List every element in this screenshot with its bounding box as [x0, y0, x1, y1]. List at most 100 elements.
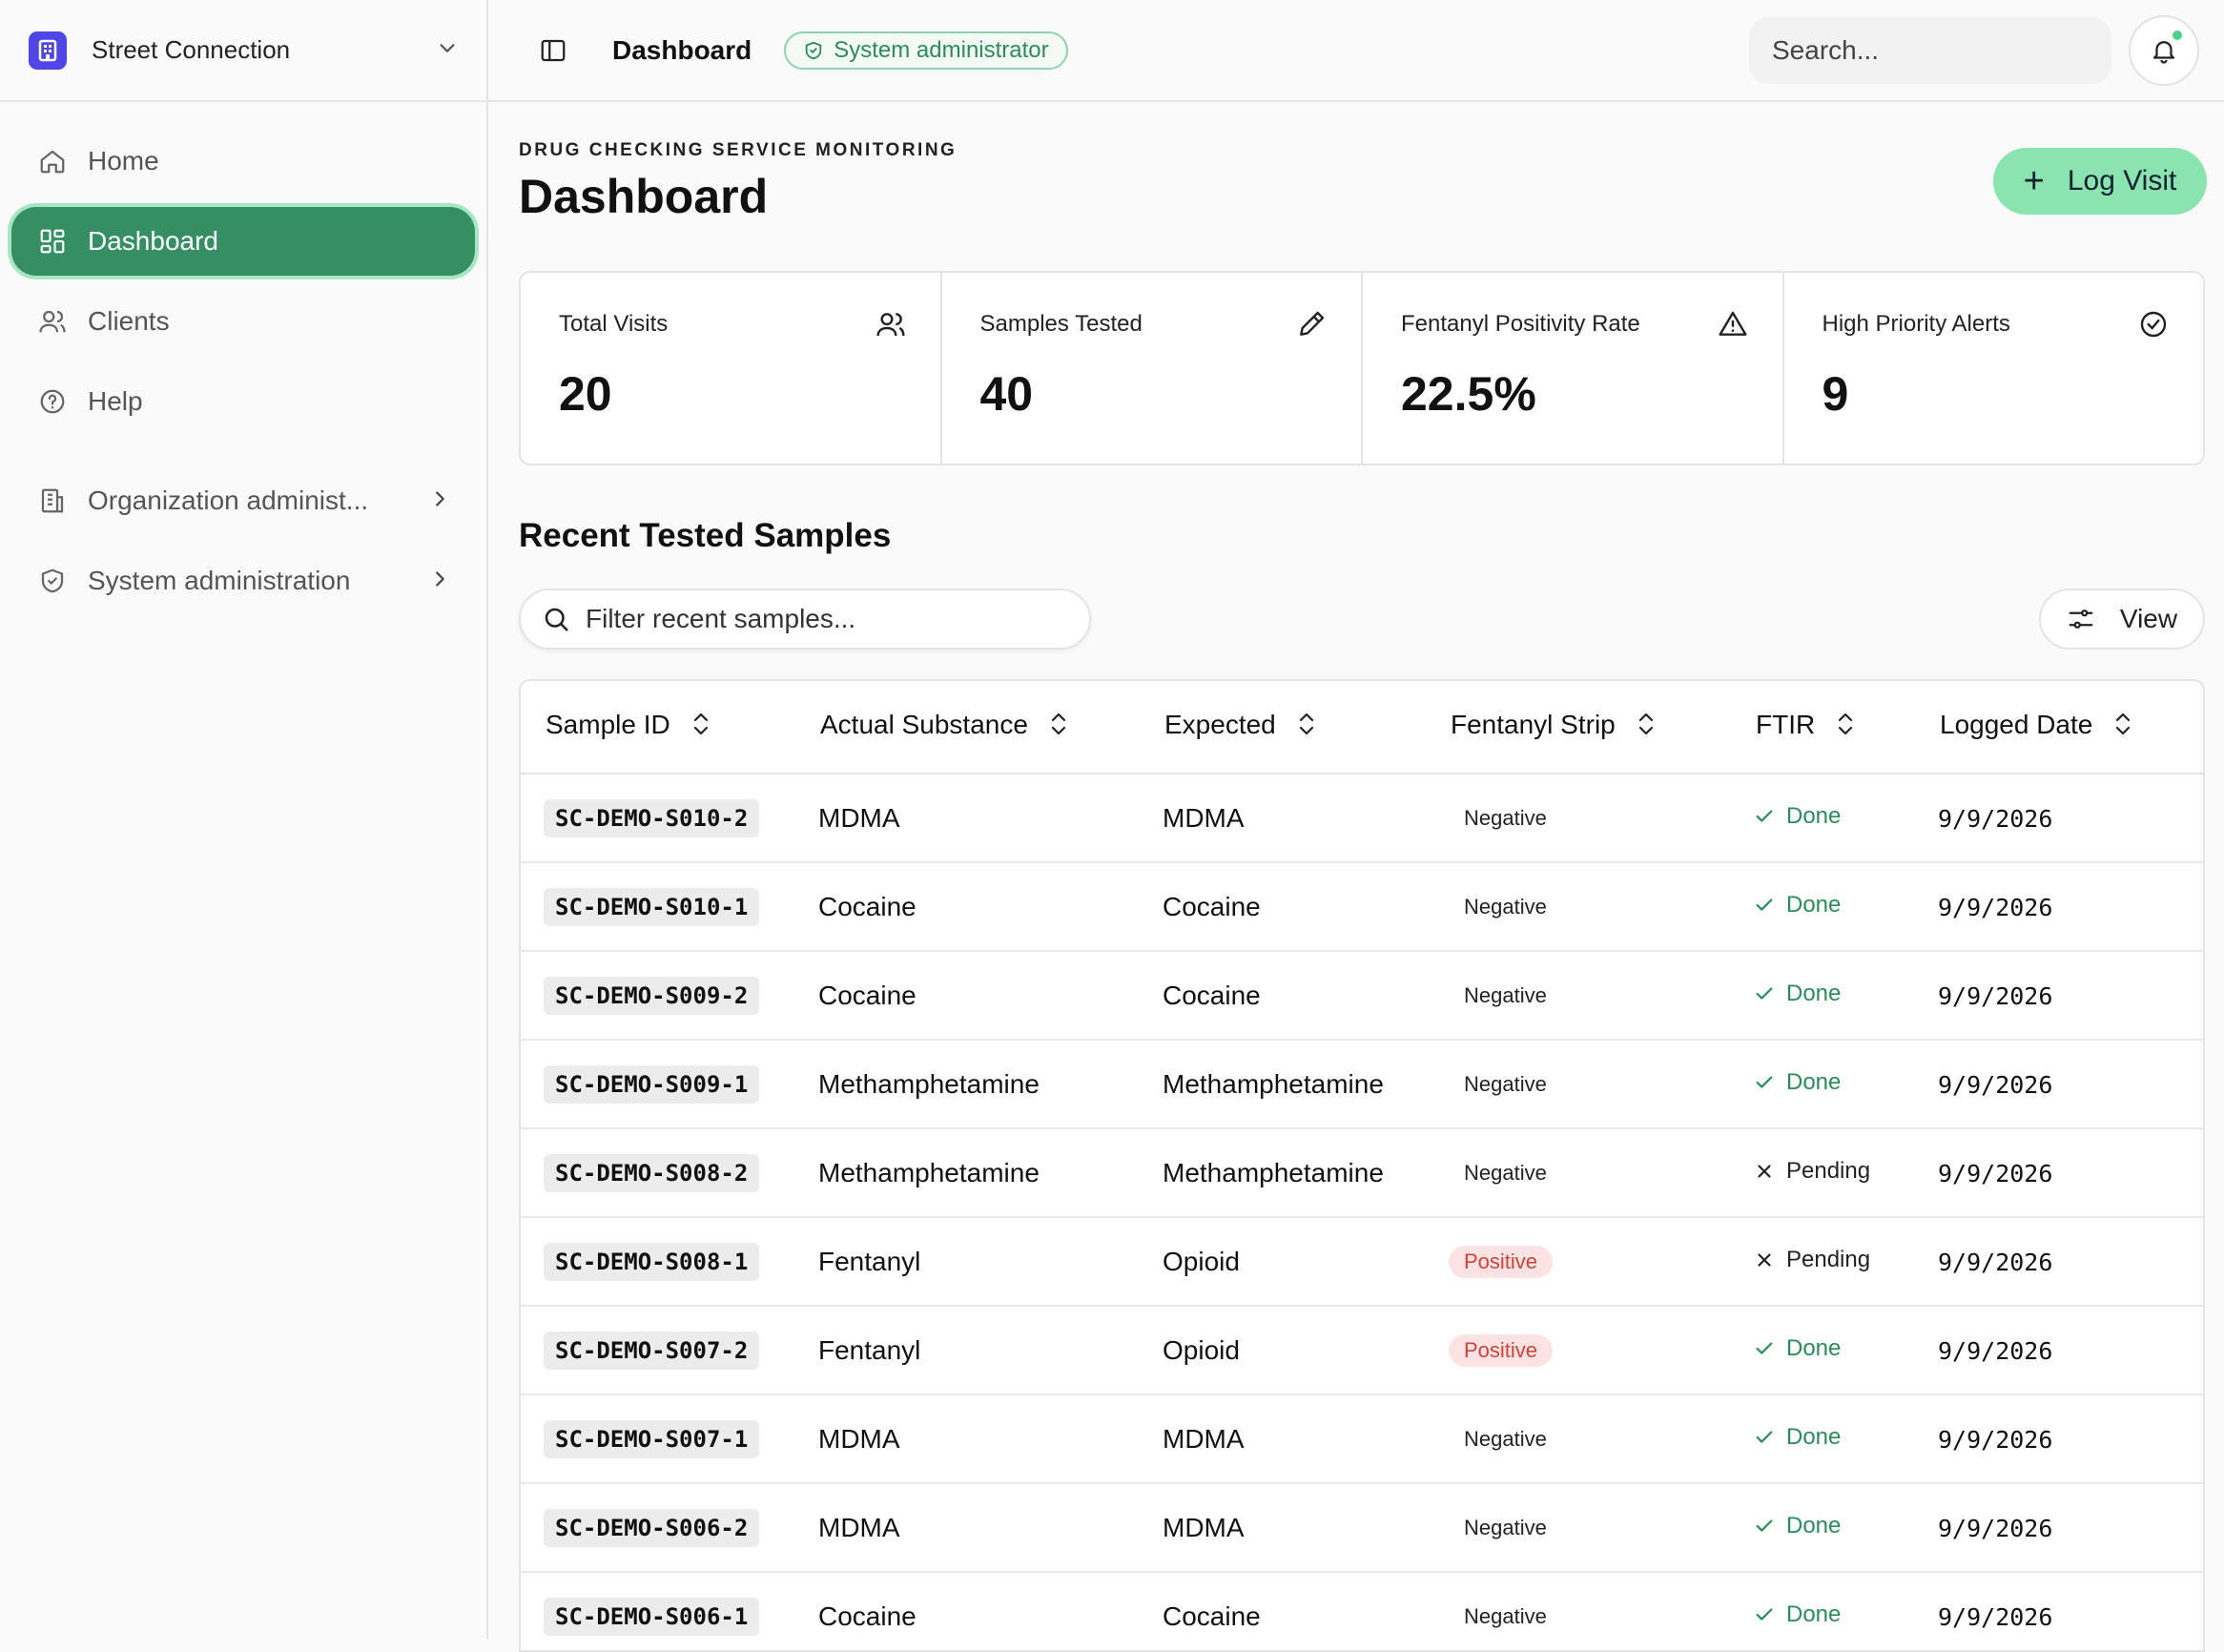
table-row[interactable]: SC-DEMO-S009-2 Cocaine Cocaine Negative Done… [521, 951, 2203, 1041]
sidebar-item-help[interactable]: Help [11, 367, 475, 436]
log-visit-button[interactable]: + Log Visit [1993, 148, 2207, 215]
sidebar-toggle-icon[interactable] [534, 31, 572, 70]
check-icon [1754, 1604, 1786, 1625]
ftir-status-label: Pending [1786, 1157, 1871, 1184]
cell-sample-id: SC-DEMO-S010-1 [521, 862, 795, 952]
cell-actual-substance: Cocaine [795, 1572, 1140, 1650]
sidebar-item-label: Dashboard [88, 226, 218, 256]
column-header-label: Logged Date [1940, 710, 2093, 740]
cell-fentanyl-strip: Negative [1426, 1128, 1731, 1218]
page-eyebrow: DRUG CHECKING SERVICE MONITORING [519, 140, 958, 160]
column-header-expected[interactable]: Expected [1140, 681, 1426, 774]
cell-logged-date: 9/9/2026 [1915, 774, 2203, 863]
shield-check-icon [806, 41, 822, 59]
table-row[interactable]: SC-DEMO-S006-1 Cocaine Cocaine Negative Done… [521, 1572, 2203, 1650]
filter-samples-input[interactable]: Filter recent samples... [519, 589, 1091, 650]
sidebar-item-home[interactable]: Home [11, 127, 475, 196]
ftir-status-label: Done [1786, 1423, 1842, 1450]
column-header-fentanyl-strip[interactable]: Fentanyl Strip [1426, 681, 1731, 774]
column-header-actual-substance[interactable]: Actual Substance [795, 681, 1140, 774]
cell-expected: Cocaine [1140, 1572, 1426, 1650]
column-header-label: Fentanyl Strip [1451, 710, 1616, 740]
notifications-button[interactable] [2129, 14, 2199, 86]
cell-ftir: Done [1731, 862, 1915, 952]
check-icon [1754, 806, 1786, 827]
topbar: Dashboard System administrator Search... [488, 0, 2224, 102]
cell-sample-id: SC-DEMO-S007-1 [521, 1394, 795, 1484]
sidebar-item-label: Organization administ... [88, 485, 369, 515]
sidebar-item-dashboard[interactable]: Dashboard [11, 207, 475, 276]
cell-logged-date: 9/9/2026 [1915, 951, 2203, 1041]
ftir-status: Done [1754, 1335, 1841, 1362]
logged-date: 9/9/2026 [1938, 1514, 2053, 1542]
cell-actual-substance: MDMA [795, 1394, 1140, 1484]
sort-icon [1297, 711, 1316, 744]
table-row[interactable]: SC-DEMO-S008-2 Methamphetamine Methampheta… [521, 1128, 2203, 1218]
x-icon [1754, 1161, 1786, 1182]
sidebar-item-clients[interactable]: Clients [11, 287, 475, 356]
column-header-logged-date[interactable]: Logged Date [1915, 681, 2203, 774]
logged-date: 9/9/2026 [1938, 1159, 2053, 1187]
dashboard-icon [36, 225, 69, 258]
stat-value: 20 [559, 367, 612, 421]
notification-dot [2173, 30, 2182, 40]
strip-result-badge: Negative [1464, 895, 1547, 919]
view-options-button[interactable]: View [2039, 589, 2205, 650]
cell-ftir: Done [1731, 951, 1915, 1041]
sidebar-item-system-admin[interactable]: System administration [11, 547, 475, 615]
cell-ftir: Done [1731, 1306, 1915, 1395]
sidebar-item-label: Clients [88, 306, 170, 336]
strip-result-badge: Negative [1464, 1427, 1547, 1451]
cell-fentanyl-strip: Negative [1426, 1483, 1731, 1573]
sample-id: SC-DEMO-S006-1 [544, 1597, 760, 1636]
cell-logged-date: 9/9/2026 [1915, 1572, 2203, 1650]
sidebar-item-label: Help [88, 386, 143, 416]
cell-logged-date: 9/9/2026 [1915, 1128, 2203, 1218]
cell-fentanyl-strip: Negative [1426, 774, 1731, 863]
strip-result-badge: Negative [1464, 1604, 1547, 1628]
cell-sample-id: SC-DEMO-S010-2 [521, 774, 795, 863]
cell-sample-id: SC-DEMO-S007-2 [521, 1306, 795, 1395]
table-row[interactable]: SC-DEMO-S009-1 Methamphetamine Methampheta… [521, 1040, 2203, 1129]
ftir-status: Pending [1754, 1158, 1870, 1185]
strip-result-badge: Positive [1449, 1246, 1554, 1278]
x-icon [1754, 1249, 1786, 1270]
ftir-status: Done [1754, 981, 1841, 1007]
table-row[interactable]: SC-DEMO-S007-1 MDMA MDMA Negative Done 9/9/20… [521, 1394, 2203, 1484]
table-row[interactable]: SC-DEMO-S010-2 MDMA MDMA Negative Done 9/9/20… [521, 774, 2203, 863]
cell-ftir: Done [1731, 774, 1915, 863]
check-icon [1754, 1427, 1786, 1448]
home-icon [36, 145, 69, 177]
cell-actual-substance: Fentanyl [795, 1306, 1140, 1395]
cell-logged-date: 9/9/2026 [1915, 1394, 2203, 1484]
table-body: SC-DEMO-S010-2 MDMA MDMA Negative Done 9/9/20… [521, 774, 2203, 1650]
cell-actual-substance: MDMA [795, 1483, 1140, 1573]
org-name: Street Connection [92, 35, 291, 64]
cell-expected: Opioid [1140, 1306, 1426, 1395]
cell-expected: Methamphetamine [1140, 1040, 1426, 1129]
column-header-ftir[interactable]: FTIR [1731, 681, 1915, 774]
cell-fentanyl-strip: Negative [1426, 951, 1731, 1041]
check-circle-icon [2138, 309, 2169, 344]
cell-ftir: Pending [1731, 1128, 1915, 1218]
cell-fentanyl-strip: Positive [1426, 1217, 1731, 1307]
cell-actual-substance: Methamphetamine [795, 1040, 1140, 1129]
search-input[interactable]: Search... [1749, 16, 2111, 84]
stat-label: Fentanyl Positivity Rate [1401, 311, 1640, 337]
column-header-label: Actual Substance [820, 710, 1028, 740]
cell-ftir: Done [1731, 1572, 1915, 1650]
column-header-sample-id[interactable]: Sample ID [521, 681, 795, 774]
org-switcher[interactable]: Street Connection [0, 0, 486, 102]
sidebar-item-organization-admin[interactable]: Organization administ... [11, 466, 475, 535]
table-row[interactable]: SC-DEMO-S007-2 Fentanyl Opioid Positive Done… [521, 1306, 2203, 1395]
table-row[interactable]: SC-DEMO-S008-1 Fentanyl Opioid Positive Pend… [521, 1217, 2203, 1307]
cell-actual-substance: Fentanyl [795, 1217, 1140, 1307]
table-row[interactable]: SC-DEMO-S010-1 Cocaine Cocaine Negative Done… [521, 862, 2203, 952]
cell-logged-date: 9/9/2026 [1915, 1217, 2203, 1307]
ftir-status: Done [1754, 1424, 1841, 1451]
table-row[interactable]: SC-DEMO-S006-2 MDMA MDMA Negative Done 9/9/20… [521, 1483, 2203, 1573]
logged-date: 9/9/2026 [1938, 1070, 2053, 1099]
sample-id: SC-DEMO-S010-1 [544, 887, 760, 926]
cell-actual-substance: MDMA [795, 774, 1140, 863]
sample-id: SC-DEMO-S008-2 [544, 1153, 760, 1192]
